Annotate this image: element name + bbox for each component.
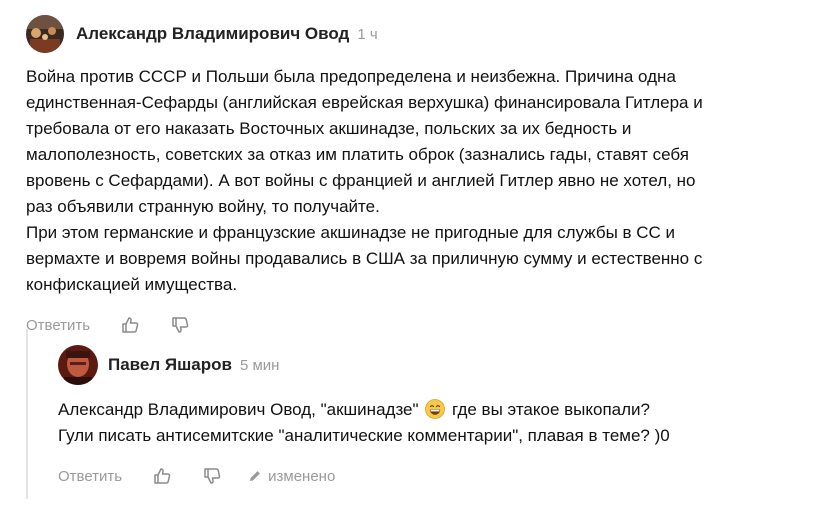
timestamp: 1 ч	[357, 25, 378, 43]
dislike-button[interactable]	[202, 466, 222, 486]
comment-line: требовала от его наказать Восточных акши…	[26, 119, 632, 138]
reply-text-segment: Александр Владимирович Овод, "акшинадзе"	[58, 400, 419, 419]
reply-button[interactable]: Ответить	[58, 468, 122, 485]
comment-line: Война против СССР и Польши была предопре…	[26, 67, 676, 86]
author-name[interactable]: Александр Владимирович Овод	[76, 24, 349, 44]
reply-header: Павел Яшаров 5 мин	[58, 345, 818, 385]
comment-line: единственная-Сефарды (английская еврейск…	[26, 93, 703, 112]
comment-line: При этом германские и французские акшина…	[26, 223, 676, 242]
pencil-icon	[250, 471, 261, 481]
grinning-face-emoji-icon	[425, 399, 446, 419]
avatar[interactable]	[26, 15, 64, 53]
like-button[interactable]	[152, 466, 172, 486]
comment-line: вермахте и вовремя войны продавались в С…	[26, 249, 703, 268]
edited-label: изменено	[268, 467, 336, 485]
edited-indicator: изменено	[248, 468, 335, 485]
comment-line: малополезность, советских за отказ им пл…	[26, 145, 689, 164]
thumbs-up-icon	[154, 468, 171, 484]
timestamp: 5 мин	[239, 356, 280, 374]
reply-line: Гули писать антисемитские "аналитические…	[58, 426, 670, 445]
reply-actions: Ответить изменено	[58, 465, 818, 487]
comment-line: конфискацией имущества.	[26, 275, 238, 294]
reply-text-segment: где вы этакое выкопали?	[452, 400, 650, 419]
reply-thread: Павел Яшаров 5 мин Александр Владимирови…	[26, 329, 828, 499]
author-name[interactable]: Павел Яшаров	[108, 355, 232, 375]
reply-line: Александр Владимирович Овод, "акшинадзе"…	[58, 397, 818, 423]
reply-text: Александр Владимирович Овод, "акшинадзе"…	[58, 397, 818, 449]
comment-text: Война против СССР и Польши была предопре…	[26, 64, 826, 298]
comment-header: Александр Владимирович Овод 1 ч	[26, 15, 826, 53]
comment: Александр Владимирович Овод 1 ч Война пр…	[26, 15, 826, 336]
avatar[interactable]	[58, 345, 98, 385]
comment-line: раз объявили странную войну, то получайт…	[26, 197, 380, 216]
thumbs-down-icon	[204, 468, 221, 484]
reply-comment: Павел Яшаров 5 мин Александр Владимирови…	[58, 345, 818, 487]
comment-line: вровень с Сефардами). А вот войны с фран…	[26, 171, 696, 190]
